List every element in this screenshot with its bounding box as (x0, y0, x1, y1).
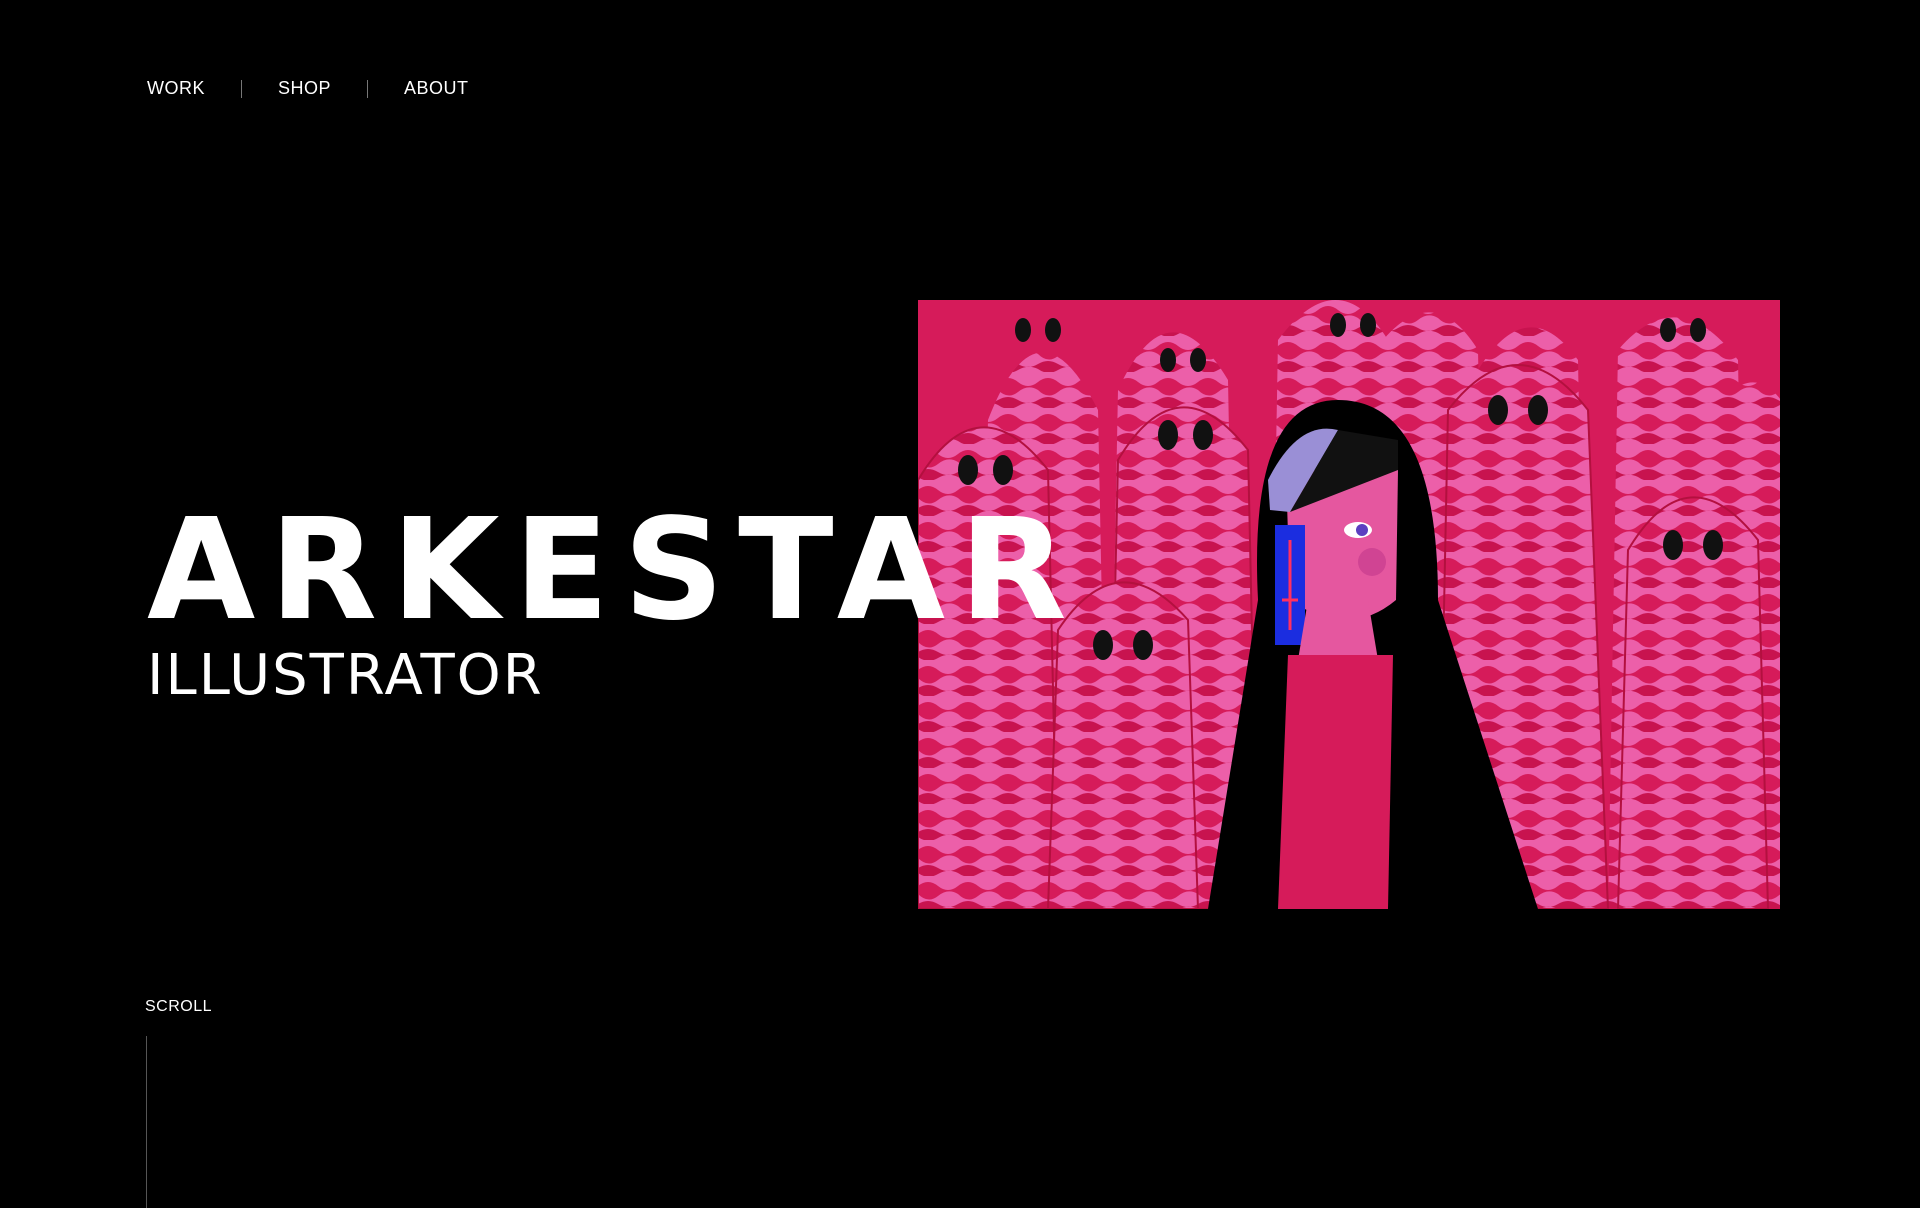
nav-shop-link[interactable]: SHOP (278, 78, 331, 99)
brand-subtitle: ILLUSTRATOR (147, 643, 544, 708)
nav-divider (241, 79, 242, 98)
nav-about-link[interactable]: ABOUT (404, 78, 469, 99)
main-nav: WORK SHOP ABOUT (147, 78, 469, 99)
brand-heading: ARKESTAR ILLUSTRATOR (147, 470, 1087, 704)
nav-work-link[interactable]: WORK (147, 78, 205, 99)
brand-title-text: ARKESTAR (147, 489, 1081, 646)
scroll-label[interactable]: SCROLL (145, 998, 212, 1016)
brand-title: ARKESTAR (147, 489, 1081, 646)
scroll-indicator-line (146, 1036, 147, 1208)
nav-divider (367, 79, 369, 98)
